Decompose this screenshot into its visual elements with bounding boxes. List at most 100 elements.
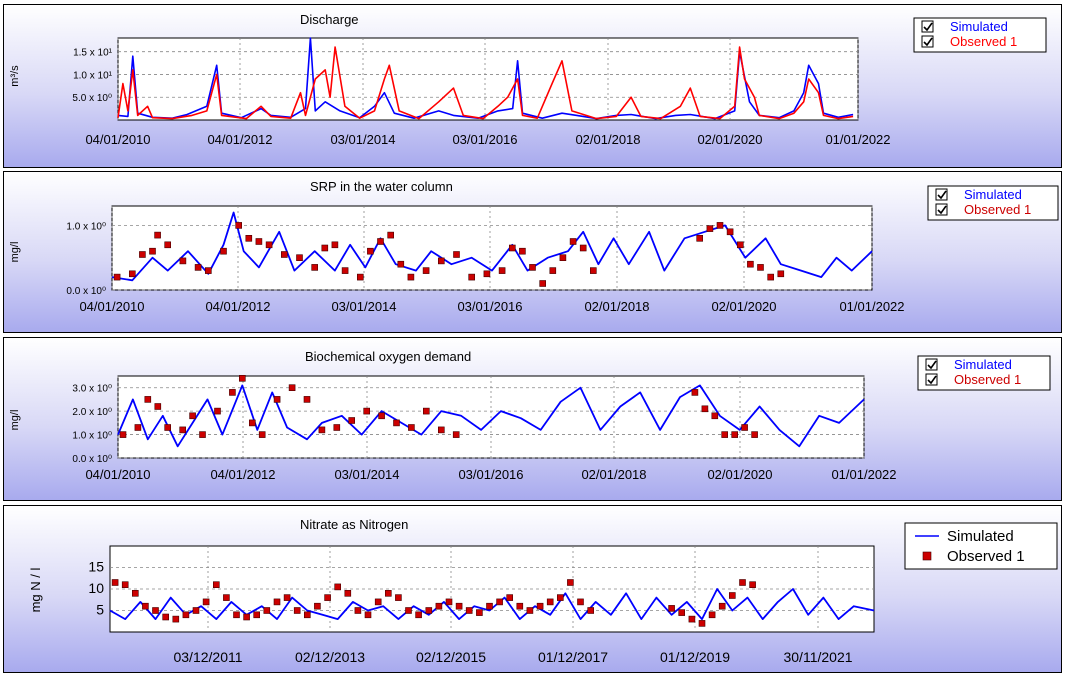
data-point xyxy=(678,609,686,616)
data-point xyxy=(387,231,395,239)
data-point xyxy=(283,594,291,601)
data-point xyxy=(205,267,212,274)
data-point xyxy=(567,579,574,586)
data-point xyxy=(341,267,349,274)
data-point xyxy=(415,611,422,619)
data-point xyxy=(395,594,402,601)
data-point xyxy=(164,424,171,431)
x-tick-label: 01/12/2019 xyxy=(660,649,730,665)
x-tick-label: 01/01/2022 xyxy=(825,132,890,147)
data-point xyxy=(354,607,362,614)
x-tick-label: 02/01/2020 xyxy=(711,299,776,314)
chart-figure: Discharge 04/01/2010 04/01/2012 03/01/2014 0… xyxy=(0,0,1065,676)
data-point xyxy=(152,607,159,614)
chart-2: SRP in the water column 04/01/2010 04/01/2… xyxy=(9,179,1059,314)
legend: SimulatedObserved 1 xyxy=(904,522,1058,570)
data-point xyxy=(546,598,554,606)
chart-title: Biochemical oxygen demand xyxy=(305,349,471,364)
x-tick-label: 03/01/2016 xyxy=(458,467,523,482)
chart-3: Biochemical oxygen demand 04/01/2010 04/01… xyxy=(9,349,1051,482)
data-point xyxy=(408,424,415,431)
x-tick-label: 04/01/2012 xyxy=(210,467,275,482)
data-point xyxy=(179,257,187,265)
data-point xyxy=(263,607,271,614)
x-tick-label: 04/01/2012 xyxy=(207,132,272,147)
data-point xyxy=(214,407,221,415)
data-point xyxy=(741,424,748,431)
y-tick-label: 0.0 x 10⁰ xyxy=(72,454,112,465)
data-point xyxy=(229,389,236,396)
data-point xyxy=(726,228,734,236)
legend-label: Observed 1 xyxy=(950,34,1017,49)
data-point xyxy=(425,607,433,614)
data-point xyxy=(721,431,729,438)
data-point xyxy=(498,267,506,274)
data-point xyxy=(708,611,716,619)
y-axis-label: m³/s xyxy=(9,65,21,87)
data-point xyxy=(344,589,352,597)
data-point xyxy=(422,407,430,415)
data-point xyxy=(363,407,371,415)
y-axis-label: mg/l xyxy=(9,242,21,263)
chart-title: Discharge xyxy=(300,12,359,27)
x-tick-label: 02/12/2015 xyxy=(416,649,486,665)
data-point xyxy=(199,431,206,438)
x-tick-label: 02/01/2020 xyxy=(707,467,772,482)
data-point xyxy=(751,431,758,438)
data-point xyxy=(749,581,756,589)
data-point xyxy=(364,611,372,619)
legend-marker-swatch xyxy=(922,551,932,561)
data-point xyxy=(142,602,149,610)
data-point xyxy=(777,270,785,278)
data-point xyxy=(265,241,273,249)
data-point xyxy=(549,267,557,274)
data-point xyxy=(235,222,242,229)
data-point xyxy=(189,412,196,420)
data-point xyxy=(739,579,746,586)
data-point xyxy=(496,598,503,606)
data-point xyxy=(273,396,281,403)
data-point xyxy=(526,607,534,614)
y-tick-label: 1.5 x 10¹ xyxy=(73,48,113,59)
y-tick-label: 15 xyxy=(88,559,104,575)
data-point xyxy=(728,592,736,599)
data-point xyxy=(182,611,190,619)
data-point xyxy=(162,613,169,621)
legend-label: Simulated xyxy=(954,357,1012,372)
data-point xyxy=(194,264,202,271)
data-point xyxy=(437,426,445,434)
data-point xyxy=(255,238,263,245)
data-point xyxy=(486,602,493,610)
data-point xyxy=(747,260,754,268)
data-point xyxy=(706,225,714,232)
data-point xyxy=(556,594,564,601)
legend-label: Simulated xyxy=(947,528,1014,545)
y-tick-label: 1.0 x 10⁰ xyxy=(66,221,106,232)
data-point xyxy=(239,374,246,382)
data-point xyxy=(288,384,296,392)
data-point xyxy=(243,613,250,621)
legend-label: Observed 1 xyxy=(954,372,1021,387)
data-point xyxy=(445,598,453,606)
y-tick-label: 3.0 x 10⁰ xyxy=(72,384,112,395)
data-point xyxy=(356,273,364,281)
data-point xyxy=(465,607,473,614)
data-point xyxy=(348,417,356,424)
chart-title: Nitrate as Nitrogen xyxy=(300,517,408,532)
data-point xyxy=(377,238,384,245)
legend: SimulatedObserved 1 xyxy=(913,17,1047,53)
data-point xyxy=(435,602,443,610)
data-point xyxy=(223,594,230,601)
data-point xyxy=(334,583,342,591)
legend-label: Simulated xyxy=(964,187,1022,202)
data-point xyxy=(378,412,385,420)
data-point xyxy=(587,607,595,614)
x-tick-label: 04/01/2012 xyxy=(205,299,270,314)
data-point xyxy=(213,581,220,589)
data-point xyxy=(179,426,186,434)
data-point xyxy=(149,247,156,255)
data-point xyxy=(134,424,142,431)
legend-label: Observed 1 xyxy=(964,202,1031,217)
data-point xyxy=(172,615,180,623)
y-tick-label: 2.0 x 10⁰ xyxy=(72,407,112,418)
